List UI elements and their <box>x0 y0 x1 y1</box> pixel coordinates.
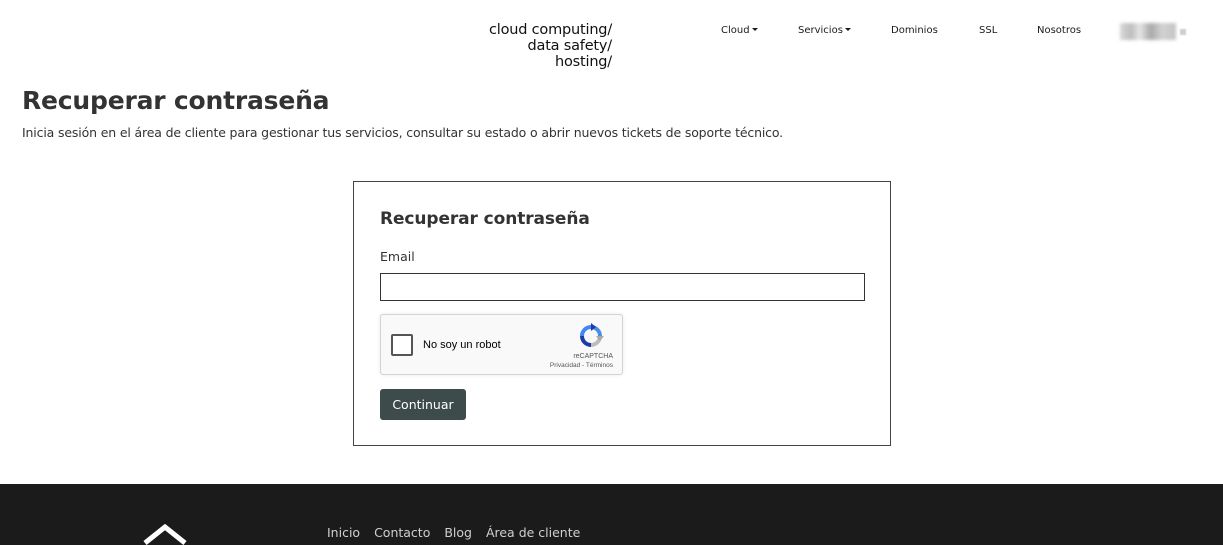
footer-links: Inicio Contacto Blog Área de cliente <box>327 525 590 540</box>
logo-line-2: data safety/ <box>527 38 613 54</box>
page-subtitle: Inicia sesión en el área de cliente para… <box>22 125 784 140</box>
recaptcha-widget: No soy un robot reCAPTCHA Privacidad - T… <box>380 314 623 375</box>
footer-link-blog[interactable]: Blog <box>444 525 472 540</box>
chevron-down-icon <box>751 28 758 31</box>
logo-line-1: cloud computing/ <box>488 22 612 38</box>
footer-link-inicio[interactable]: Inicio <box>327 525 360 540</box>
site-footer: Inicio Contacto Blog Área de cliente <box>0 484 1223 545</box>
email-label: Email <box>380 249 415 264</box>
nav-servicios-label: Servicios <box>798 25 843 36</box>
user-menu-blurred[interactable] <box>1120 23 1176 40</box>
nav-servicios-dropdown[interactable]: Servicios <box>798 25 851 36</box>
recover-password-card: Recuperar contraseña Email No soy un rob… <box>353 181 891 446</box>
footer-link-contacto[interactable]: Contacto <box>374 525 430 540</box>
recaptcha-links[interactable]: Privacidad - Términos <box>550 362 613 369</box>
nav-nosotros-link[interactable]: Nosotros <box>1037 25 1081 36</box>
page-title: Recuperar contraseña <box>22 86 330 115</box>
nav-dominios-link[interactable]: Dominios <box>891 25 938 36</box>
footer-link-area-cliente[interactable]: Área de cliente <box>486 525 580 540</box>
recaptcha-label: No soy un robot <box>423 339 501 351</box>
email-field[interactable] <box>380 273 865 301</box>
site-logo[interactable]: cloud computing/ data safety/ hosting/ <box>470 22 612 70</box>
recaptcha-logo-icon <box>580 323 604 347</box>
continue-button[interactable]: Continuar <box>380 389 466 420</box>
site-header: cloud computing/ data safety/ hosting/ C… <box>0 0 1223 80</box>
nav-ssl-link[interactable]: SSL <box>979 25 997 36</box>
user-menu-indicator <box>1180 29 1186 35</box>
recaptcha-checkbox[interactable] <box>391 334 413 356</box>
logo-line-3: hosting/ <box>554 54 612 70</box>
card-title: Recuperar contraseña <box>380 209 590 229</box>
recaptcha-brand: reCAPTCHA <box>573 353 613 360</box>
nav-cloud-label: Cloud <box>721 25 750 36</box>
nav-cloud-dropdown[interactable]: Cloud <box>721 25 758 36</box>
footer-logo-icon <box>143 524 187 545</box>
chevron-down-icon <box>844 28 851 31</box>
